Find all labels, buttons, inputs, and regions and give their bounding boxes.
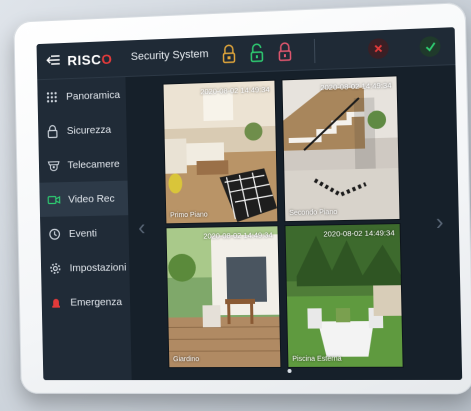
chevron-right-icon[interactable]: › (436, 209, 444, 236)
page-title: Security System (131, 48, 209, 63)
cancel-button[interactable] (368, 38, 389, 59)
sidebar-item-sicurezza[interactable]: Sicurezza (38, 112, 127, 149)
close-icon (373, 43, 383, 54)
camera-tile[interactable]: 2020-08-02 14:49:34 Secondo Piano (281, 75, 400, 222)
camera-feed-image (285, 224, 402, 367)
menu-icon[interactable] (46, 54, 60, 66)
alarm-icon (49, 295, 63, 309)
sidebar-item-emergenza[interactable]: Emergenza (41, 284, 130, 319)
camera-tile[interactable]: 2020-08-02 14:49:34 Giardino (166, 225, 282, 368)
sidebar-item-label: Emergenza (70, 296, 122, 308)
gear-icon (49, 261, 63, 275)
risco-logo: RISCO (67, 51, 112, 68)
sidebar-item-eventi[interactable]: Eventi (40, 215, 129, 251)
sidebar-item-impostazioni[interactable]: Impostazioni (41, 250, 130, 286)
camera-icon (46, 158, 60, 172)
check-icon (424, 41, 436, 52)
sidebar-item-panoramica[interactable]: Panoramica (37, 77, 126, 114)
sidebar-item-label: Eventi (69, 227, 97, 239)
video-icon (47, 193, 61, 207)
camera-caption: Piscina Esterna (292, 356, 341, 363)
camera-feed-image (164, 81, 278, 224)
camera-caption: Primo Piano (170, 212, 208, 220)
camera-tile[interactable]: 2020-08-02 14:49:34 Piscina Esterna (284, 223, 403, 368)
sidebar-item-telecamere[interactable]: Telecamere (39, 146, 128, 183)
lock-icon (46, 124, 60, 138)
history-icon (48, 227, 62, 241)
video-grid: ‹ › 2020-08-02 14:49:34 Primo Piano 2020… (125, 65, 462, 380)
camera-caption: Giardino (173, 356, 199, 363)
chevron-left-icon[interactable]: ‹ (138, 215, 146, 241)
confirm-button[interactable] (419, 36, 440, 57)
sidebar-item-label: Video Rec (68, 192, 115, 205)
app-screen: RISCO Security System Panoramica Sicurez… (37, 27, 463, 380)
topbar-divider (314, 39, 316, 63)
grid-icon (45, 90, 59, 104)
camera-caption: Secondo Piano (289, 209, 337, 217)
lock-open-icon[interactable] (249, 43, 265, 64)
page-indicator-dot[interactable] (287, 369, 291, 373)
camera-timestamp: 2020-08-02 14:49:34 (203, 230, 272, 240)
lock-partial-icon[interactable] (221, 44, 237, 65)
camera-feed-image (167, 226, 281, 367)
sidebar-item-label: Panoramica (66, 89, 120, 103)
logo-text: RISC (67, 51, 101, 68)
lock-alarm-icon[interactable] (277, 42, 294, 63)
camera-timestamp: 2020-08-02 14:49:34 (323, 228, 394, 238)
sidebar: Panoramica Sicurezza Telecamere Video Re… (37, 77, 131, 380)
logo-o: O (101, 51, 112, 67)
sidebar-item-label: Impostazioni (70, 261, 127, 274)
sidebar-item-label: Telecamere (67, 158, 119, 171)
camera-tile[interactable]: 2020-08-02 14:49:34 Primo Piano (163, 80, 279, 225)
camera-feed-image (282, 76, 399, 221)
sidebar-item-video-rec[interactable]: Video Rec (39, 181, 128, 217)
sidebar-item-label: Sicurezza (67, 123, 112, 136)
tablet-frame: RISCO Security System Panoramica Sicurez… (13, 2, 471, 394)
